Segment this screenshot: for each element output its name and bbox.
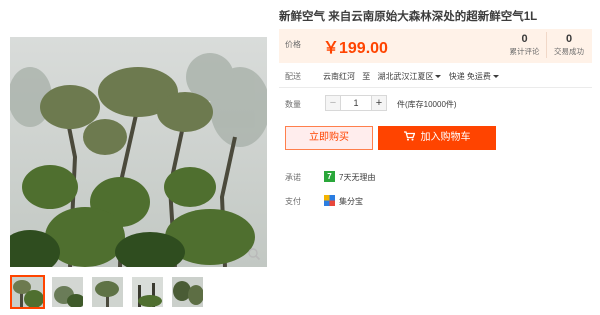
chevron-down-icon bbox=[435, 75, 442, 79]
seven-day-return-icon: 7 bbox=[324, 171, 335, 182]
jifenbao-icon bbox=[324, 195, 335, 206]
shipping-method: 快递 免运费 bbox=[448, 72, 491, 81]
thumbnail-5[interactable] bbox=[170, 275, 205, 309]
thumbnail-1[interactable] bbox=[10, 275, 45, 309]
shipping-method-select[interactable]: 快递 免运费 bbox=[449, 71, 499, 82]
price-value: ￥199.00 bbox=[323, 40, 388, 57]
shipping-origin: 云南红河 bbox=[323, 72, 355, 81]
shipping-row: 配送 云南红河 至 湖北武汉江夏区 快递 免运费 bbox=[279, 66, 592, 86]
review-count: 0 bbox=[521, 33, 528, 45]
price-label: 价格 bbox=[285, 40, 301, 49]
promise-label: 承诺 bbox=[285, 173, 301, 182]
shipping-destination-select[interactable]: 湖北武汉江夏区 bbox=[377, 71, 442, 82]
promise-row: 承诺 7 7天无理由 bbox=[279, 171, 592, 183]
review-count-label: 累计评论 bbox=[509, 47, 540, 56]
quantity-input[interactable]: 1 bbox=[341, 95, 371, 111]
review-count-stat[interactable]: 0 累计评论 bbox=[503, 32, 547, 58]
quantity-increase-button[interactable]: + bbox=[371, 95, 387, 111]
cart-icon bbox=[403, 131, 415, 141]
product-title: 新鲜空气 来自云南原始大森林深处的超新鲜空气1L bbox=[279, 11, 538, 23]
payment-row: 支付 集分宝 bbox=[279, 195, 592, 207]
magnifier-icon[interactable] bbox=[247, 247, 261, 261]
sales-count: 0 bbox=[565, 33, 573, 45]
stock-info: 件(库存10000件) bbox=[397, 100, 457, 109]
add-to-cart-button[interactable]: 加入购物车 bbox=[378, 126, 496, 150]
shipping-destination: 湖北武汉江夏区 bbox=[377, 72, 434, 81]
payment-label: 支付 bbox=[285, 197, 301, 206]
quantity-label: 数量 bbox=[285, 100, 301, 109]
quantity-decrease-button[interactable]: − bbox=[325, 95, 341, 111]
shipping-label: 配送 bbox=[285, 72, 301, 81]
product-gallery bbox=[0, 0, 276, 315]
promise-text[interactable]: 7天无理由 bbox=[339, 172, 375, 183]
chevron-down-icon bbox=[492, 75, 499, 79]
quantity-row: 数量 − 1 + 件(库存10000件) bbox=[279, 95, 592, 111]
main-product-image[interactable] bbox=[10, 37, 267, 267]
thumbnail-strip bbox=[10, 275, 210, 309]
thumbnail-4[interactable] bbox=[130, 275, 165, 309]
payment-method[interactable]: 集分宝 bbox=[339, 196, 363, 207]
divider bbox=[279, 87, 592, 88]
price-panel: 价格 ￥199.00 0 累计评论 0 交易成功 bbox=[279, 29, 592, 63]
thumbnail-3[interactable] bbox=[90, 275, 125, 309]
sales-count-label: 交易成功 bbox=[554, 47, 584, 56]
buy-now-button[interactable]: 立即购买 bbox=[285, 126, 373, 150]
quantity-stepper: − 1 + bbox=[325, 95, 387, 111]
sales-count-stat: 0 交易成功 bbox=[547, 32, 591, 58]
thumbnail-2[interactable] bbox=[50, 275, 85, 309]
shipping-to-word: 至 bbox=[362, 72, 371, 81]
shipping-info: 云南红河 至 湖北武汉江夏区 快递 免运费 bbox=[323, 71, 504, 82]
add-to-cart-label: 加入购物车 bbox=[420, 132, 471, 143]
